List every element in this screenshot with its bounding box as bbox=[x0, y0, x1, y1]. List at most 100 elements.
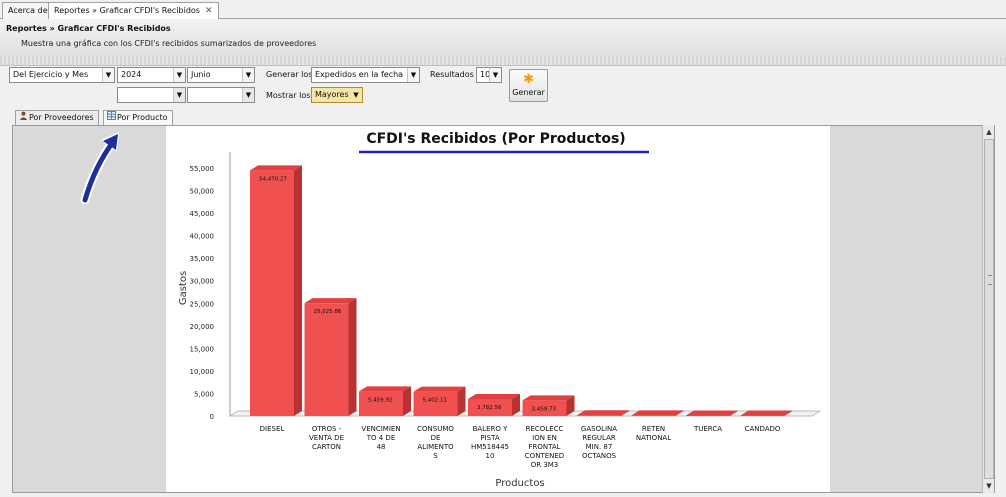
x-tick-label: DIESEL bbox=[260, 425, 285, 433]
month-secondary-select[interactable]: ▼ bbox=[187, 87, 255, 103]
data-label: 5,459.92 bbox=[368, 397, 393, 403]
data-label: 3,782.56 bbox=[477, 405, 502, 411]
x-tick-label: MIN. 87 bbox=[586, 443, 613, 451]
x-tick-label: TO 4 DE bbox=[366, 434, 396, 442]
chevron-down-icon: ▼ bbox=[242, 88, 254, 102]
tab-label: Por Producto bbox=[117, 113, 168, 122]
chevron-down-icon: ▼ bbox=[489, 68, 501, 82]
chevron-down-icon: ▼ bbox=[173, 68, 185, 82]
bar-chart: CFDI's Recibidos (Por Productos) Gastos … bbox=[166, 126, 830, 492]
tab-label: Reportes » Graficar CFDI's Recibidos bbox=[54, 6, 200, 15]
table-icon bbox=[107, 111, 117, 124]
tab-graficar-cfdi-recibidos[interactable]: Reportes » Graficar CFDI's Recibidos ✕ bbox=[48, 2, 219, 19]
y-tick-label: 45,000 bbox=[190, 210, 215, 218]
tab-por-proveedores[interactable]: Por Proveedores bbox=[15, 110, 99, 125]
bar-top bbox=[250, 165, 302, 171]
x-tick-label: PISTA bbox=[480, 434, 499, 442]
bar-front bbox=[413, 391, 458, 416]
header-divider bbox=[0, 57, 1006, 66]
y-tick-label: 20,000 bbox=[190, 323, 215, 331]
month-select[interactable]: Junio ▼ bbox=[187, 67, 255, 83]
x-tick-label: CONTENED bbox=[525, 452, 564, 460]
bar-top bbox=[468, 393, 520, 399]
x-tick-label: 48 bbox=[377, 443, 386, 451]
bar: 54,470.27 bbox=[250, 165, 302, 416]
x-tick-label: CANDADO bbox=[745, 425, 781, 433]
tab-por-producto[interactable]: Por Producto bbox=[103, 110, 173, 125]
document-tab-strip: Acerca de Reportes » Graficar CFDI's Rec… bbox=[0, 0, 1006, 19]
tab-acerca-de[interactable]: Acerca de bbox=[2, 2, 54, 19]
period-select-value: Del Ejercicio y Mes bbox=[13, 70, 89, 79]
y-tick-label: 5,000 bbox=[194, 390, 214, 398]
year-select[interactable]: 2024 ▼ bbox=[117, 67, 186, 83]
generate-icon: ✱ bbox=[523, 72, 534, 87]
chevron-down-icon: ▼ bbox=[350, 88, 362, 102]
bar-front bbox=[250, 170, 294, 416]
page-header: Reportes » Graficar CFDI's Recibidos Mue… bbox=[0, 20, 1006, 57]
bar-side bbox=[403, 386, 411, 416]
bar: 25,025.86 bbox=[304, 298, 357, 416]
y-tick-label: 15,000 bbox=[190, 345, 215, 353]
x-tick-label: ION EN bbox=[532, 434, 557, 442]
y-tick-label: 25,000 bbox=[190, 300, 215, 308]
page-description: Muestra una gráfica con los CFDI's recib… bbox=[21, 39, 317, 48]
mostrar-los-label: Mostrar los bbox=[266, 91, 311, 100]
generar-los-select[interactable]: Expedidos en la fecha ▼ bbox=[311, 67, 420, 83]
y-tick-label: 55,000 bbox=[190, 165, 215, 173]
x-axis-label: Productos bbox=[495, 478, 544, 489]
chevron-down-icon: ▼ bbox=[102, 68, 114, 82]
year-secondary-select[interactable]: ▼ bbox=[117, 87, 186, 103]
data-label: 5,402.11 bbox=[423, 398, 448, 404]
y-tick-label: 40,000 bbox=[190, 233, 215, 241]
bar bbox=[631, 410, 684, 416]
y-tick-label: 50,000 bbox=[190, 188, 215, 196]
data-label: 3,459.73 bbox=[532, 406, 557, 412]
bar-front bbox=[631, 415, 676, 416]
scroll-up-icon[interactable]: ▲ bbox=[983, 126, 995, 138]
vertical-scrollbar[interactable]: ▲ ▼ bbox=[982, 125, 994, 493]
bar-front bbox=[686, 415, 730, 416]
x-tick-label: OCTANOS bbox=[582, 452, 617, 460]
chevron-down-icon: ▼ bbox=[407, 68, 419, 82]
scroll-thumb[interactable] bbox=[984, 139, 994, 479]
resultados-select[interactable]: 10 ▼ bbox=[476, 67, 502, 83]
month-select-value: Junio bbox=[191, 70, 211, 79]
x-tick-label: BALERO Y bbox=[473, 425, 509, 433]
generar-los-value: Expedidos en la fecha bbox=[315, 70, 404, 79]
scroll-down-icon[interactable]: ▼ bbox=[983, 480, 995, 492]
data-label: 25,025.86 bbox=[314, 309, 342, 315]
x-tick-label: VENTA DE bbox=[309, 434, 344, 442]
y-tick-label: 10,000 bbox=[190, 368, 215, 376]
x-tick-label: FRONTAL bbox=[528, 443, 560, 451]
bar bbox=[577, 410, 629, 416]
x-tick-label: REGULAR bbox=[582, 434, 616, 442]
resultados-label: Resultados bbox=[430, 70, 474, 79]
bar: 5,402.11 bbox=[413, 386, 466, 416]
page-title: Reportes » Graficar CFDI's Recibidos bbox=[6, 24, 171, 33]
annotation-arrow bbox=[80, 132, 119, 204]
x-tick-label: NATIONAL bbox=[636, 434, 671, 442]
chart-title: CFDI's Recibidos (Por Productos) bbox=[366, 131, 625, 147]
tab-label: Acerca de bbox=[8, 6, 48, 15]
y-tick-label: 0 bbox=[210, 413, 214, 421]
y-tick-label: 35,000 bbox=[190, 255, 215, 263]
bar-side bbox=[348, 298, 357, 416]
bar: 5,459.92 bbox=[359, 386, 411, 416]
bar-front bbox=[304, 303, 349, 416]
x-tick-label: OTROS - bbox=[312, 425, 342, 433]
generar-los-label: Generar los bbox=[266, 70, 313, 79]
x-tick-label: RETEN bbox=[642, 425, 665, 433]
bar-top bbox=[631, 410, 684, 416]
close-icon[interactable]: ✕ bbox=[205, 6, 213, 16]
bar-side bbox=[294, 165, 302, 416]
x-tick-label: CONSUMO bbox=[417, 425, 454, 433]
bar-top bbox=[740, 410, 793, 416]
x-tick-label: RECOLECC bbox=[526, 425, 564, 433]
bar-front bbox=[577, 415, 621, 416]
mostrar-los-select[interactable]: Mayores ▼ bbox=[311, 87, 363, 103]
period-select[interactable]: Del Ejercicio y Mes ▼ bbox=[9, 67, 115, 83]
generate-button-label: Generar bbox=[512, 88, 545, 97]
generate-button[interactable]: ✱ Generar bbox=[509, 69, 548, 102]
x-tick-label: GASOLINA bbox=[581, 425, 617, 433]
x-tick-label: DE bbox=[431, 434, 441, 442]
